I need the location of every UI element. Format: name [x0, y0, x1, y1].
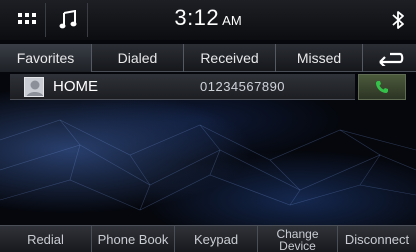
- clock-time: 3:12: [174, 5, 220, 30]
- phone-handset-icon: [376, 81, 388, 93]
- contact-name: HOME: [53, 78, 98, 95]
- bottom-function-bar: Redial Phone Book Keypad Change Device D…: [0, 225, 416, 252]
- call-button[interactable]: [358, 74, 406, 100]
- contact-row[interactable]: HOME 01234567890: [10, 74, 355, 100]
- bluetooth-icon: [388, 8, 408, 32]
- change-device-label: Change Device: [276, 226, 319, 252]
- tab-missed[interactable]: Missed: [276, 44, 362, 72]
- redial-button[interactable]: Redial: [0, 226, 92, 252]
- phone-screen: 3:12AM Favorites Dialed Received Missed: [0, 0, 416, 252]
- tab-favorites[interactable]: Favorites: [0, 44, 92, 72]
- status-bar: 3:12 AM: [0, 0, 416, 40]
- background-decoration: [0, 119, 416, 211]
- keypad-button[interactable]: Keypad: [175, 226, 258, 252]
- phone-book-button[interactable]: Phone Book: [92, 226, 175, 252]
- tab-received[interactable]: Received: [184, 44, 276, 72]
- disconnect-button[interactable]: Disconnect: [338, 226, 416, 252]
- tab-dialed[interactable]: Dialed: [92, 44, 184, 72]
- contact-number: 01234567890: [200, 79, 286, 94]
- clock: 3:12 AM: [0, 5, 416, 31]
- contact-avatar-icon: [24, 77, 44, 97]
- call-list-tabs: Favorites Dialed Received Missed: [0, 44, 416, 72]
- change-device-button[interactable]: Change Device: [258, 226, 338, 252]
- back-arrow-icon: [378, 52, 403, 66]
- clock-ampm: AM: [222, 13, 242, 28]
- back-button[interactable]: [362, 44, 416, 72]
